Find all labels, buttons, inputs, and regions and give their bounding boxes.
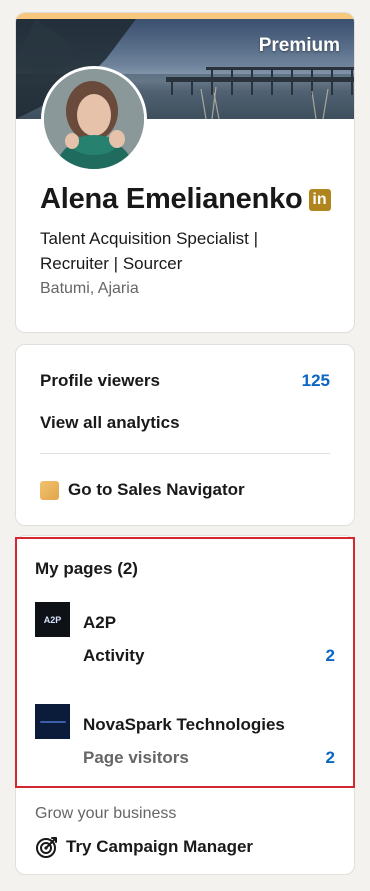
profile-viewers-count: 125: [301, 371, 330, 390]
page-name[interactable]: A2P: [83, 613, 116, 633]
profile-location: Batumi, Ajaria: [40, 280, 139, 297]
sales-navigator-icon: [40, 480, 59, 500]
page-item-novaspark[interactable]: NovaSpark Technologies Page visitors 2: [35, 704, 335, 774]
target-icon: [36, 837, 57, 858]
page-stat-count: 2: [325, 748, 335, 767]
page-name[interactable]: NovaSpark Technologies: [83, 715, 285, 735]
avatar[interactable]: [41, 66, 147, 172]
profile-card: Premium Alena Emelianenko in Talent Acqu…: [15, 12, 355, 333]
grow-your-business-label: Grow your business: [35, 805, 177, 822]
profile-name[interactable]: Alena Emelianenko: [40, 183, 303, 216]
page-item-a2p[interactable]: A2P A2P Activity 2: [35, 602, 335, 672]
a2p-logo-icon: A2P: [35, 602, 70, 637]
name-row: Alena Emelianenko in: [40, 183, 331, 216]
page-stat-label: Activity: [83, 646, 145, 665]
profile-viewers-label: Profile viewers: [40, 371, 161, 390]
campaign-manager-link[interactable]: Try Campaign Manager: [35, 835, 253, 859]
novaspark-logo-mark: [39, 720, 66, 723]
a2p-logo-text: A2P: [43, 614, 62, 625]
sales-navigator-label: Go to Sales Navigator: [68, 480, 245, 499]
sales-navigator-link[interactable]: Go to Sales Navigator: [40, 480, 245, 500]
page-stat-count: 2: [325, 646, 335, 665]
novaspark-logo-icon: [35, 704, 70, 739]
page-stat-row[interactable]: Activity 2: [83, 646, 335, 666]
analytics-card: Profile viewers 125 View all analytics G…: [15, 344, 355, 526]
avatar-portrait: [44, 69, 144, 169]
premium-label: Premium: [258, 35, 340, 56]
profile-headline: Talent Acquisition Specialist | Recruite…: [40, 229, 258, 273]
my-pages-title: My pages (2): [35, 559, 138, 578]
page-stat-row[interactable]: Page visitors 2: [83, 748, 335, 768]
linkedin-premium-badge-icon: in: [308, 188, 331, 211]
campaign-manager-label: Try Campaign Manager: [66, 837, 254, 856]
profile-viewers-row[interactable]: Profile viewers 125: [40, 371, 330, 391]
view-all-analytics-link[interactable]: View all analytics: [40, 413, 330, 433]
page-stat-label: Page visitors: [83, 748, 189, 767]
my-pages-card: My pages (2) A2P A2P Activity 2 NovaSpar…: [15, 535, 355, 875]
divider: [40, 453, 330, 454]
view-all-analytics-label: View all analytics: [40, 413, 180, 432]
